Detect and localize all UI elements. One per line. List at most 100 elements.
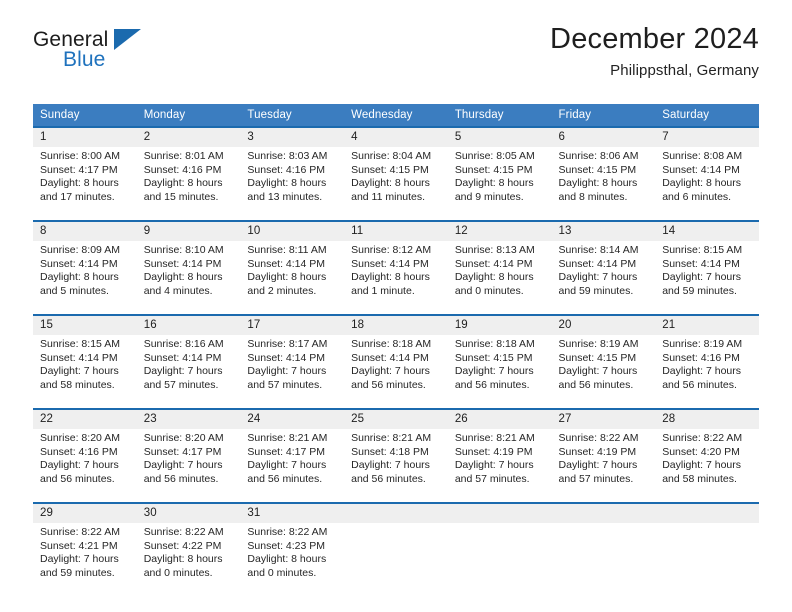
week-detail-row: Sunrise: 8:22 AM Sunset: 4:21 PM Daylight:… bbox=[33, 523, 759, 584]
daylight-text-line1: Daylight: 7 hours bbox=[558, 271, 638, 284]
day-cell[interactable]: Sunrise: 8:21 AM Sunset: 4:19 PM Daylight:… bbox=[447, 429, 552, 490]
daylight-text-line2: and 17 minutes. bbox=[40, 190, 115, 203]
day-number[interactable]: 31 bbox=[240, 504, 345, 523]
day-number[interactable]: 16 bbox=[136, 316, 241, 335]
day-cell[interactable]: Sunrise: 8:21 AM Sunset: 4:17 PM Daylight:… bbox=[240, 429, 345, 490]
week-daynumber-row: 8 9 10 11 12 13 14 bbox=[33, 222, 759, 241]
day-number[interactable]: 22 bbox=[33, 410, 137, 429]
day-number[interactable]: 18 bbox=[344, 316, 448, 335]
day-number[interactable]: 11 bbox=[344, 222, 448, 241]
day-number[interactable]: 9 bbox=[136, 222, 241, 241]
daylight-text-line2: and 59 minutes. bbox=[662, 284, 737, 297]
daylight-text-line1: Daylight: 8 hours bbox=[454, 177, 534, 190]
day-number[interactable]: 29 bbox=[33, 504, 137, 523]
daylight-text-line1: Daylight: 8 hours bbox=[247, 271, 327, 284]
day-cell[interactable]: Sunrise: 8:06 AM Sunset: 4:15 PM Daylight:… bbox=[551, 147, 656, 208]
day-number[interactable]: 26 bbox=[447, 410, 552, 429]
weekday-header-friday: Friday bbox=[551, 104, 656, 126]
day-number[interactable]: 19 bbox=[447, 316, 552, 335]
day-cell[interactable]: Sunrise: 8:22 AM Sunset: 4:21 PM Daylight:… bbox=[33, 523, 137, 584]
day-cell[interactable]: Sunrise: 8:18 AM Sunset: 4:14 PM Daylight:… bbox=[344, 335, 448, 396]
sunrise-text: Sunrise: 8:06 AM bbox=[558, 150, 639, 162]
general-blue-logo: General Blue bbox=[33, 28, 203, 78]
daylight-text-line2: and 56 minutes. bbox=[143, 472, 219, 485]
day-cell[interactable]: Sunrise: 8:15 AM Sunset: 4:14 PM Daylight:… bbox=[655, 241, 759, 302]
day-number[interactable]: 28 bbox=[655, 410, 759, 429]
day-cell[interactable]: Sunrise: 8:21 AM Sunset: 4:18 PM Daylight:… bbox=[344, 429, 448, 490]
daylight-text-line1: Daylight: 7 hours bbox=[558, 459, 638, 472]
day-number[interactable]: 15 bbox=[33, 316, 137, 335]
day-number[interactable]: 3 bbox=[240, 128, 345, 147]
day-cell[interactable]: Sunrise: 8:12 AM Sunset: 4:14 PM Daylight:… bbox=[344, 241, 448, 302]
day-cell[interactable]: Sunrise: 8:10 AM Sunset: 4:14 PM Daylight:… bbox=[136, 241, 241, 302]
day-cell[interactable]: Sunrise: 8:04 AM Sunset: 4:15 PM Daylight:… bbox=[344, 147, 448, 208]
day-cell[interactable]: Sunrise: 8:05 AM Sunset: 4:15 PM Daylight:… bbox=[447, 147, 552, 208]
sunset-text: Sunset: 4:15 PM bbox=[558, 163, 637, 176]
daylight-text-line1: Daylight: 7 hours bbox=[558, 365, 638, 378]
day-number[interactable]: 4 bbox=[344, 128, 448, 147]
daylight-text-line1: Daylight: 7 hours bbox=[143, 365, 223, 378]
day-number[interactable]: 8 bbox=[33, 222, 137, 241]
day-number[interactable]: 6 bbox=[551, 128, 656, 147]
day-number[interactable]: 24 bbox=[240, 410, 345, 429]
day-number[interactable]: 30 bbox=[136, 504, 241, 523]
day-cell[interactable]: Sunrise: 8:19 AM Sunset: 4:16 PM Daylight:… bbox=[655, 335, 759, 396]
sunrise-text: Sunrise: 8:19 AM bbox=[558, 338, 639, 350]
daylight-text-line2: and 58 minutes. bbox=[40, 378, 115, 391]
week-detail-row: Sunrise: 8:20 AM Sunset: 4:16 PM Daylight:… bbox=[33, 429, 759, 490]
day-cell[interactable]: Sunrise: 8:17 AM Sunset: 4:14 PM Daylight:… bbox=[240, 335, 345, 396]
day-cell[interactable]: Sunrise: 8:08 AM Sunset: 4:14 PM Daylight:… bbox=[655, 147, 759, 208]
day-number[interactable]: 17 bbox=[240, 316, 345, 335]
day-cell-empty bbox=[344, 523, 448, 584]
daylight-text-line2: and 1 minute. bbox=[351, 284, 415, 297]
day-cell[interactable]: Sunrise: 8:13 AM Sunset: 4:14 PM Daylight:… bbox=[447, 241, 552, 302]
sunrise-text: Sunrise: 8:04 AM bbox=[351, 150, 432, 162]
day-cell[interactable]: Sunrise: 8:22 AM Sunset: 4:20 PM Daylight:… bbox=[655, 429, 759, 490]
day-number[interactable]: 10 bbox=[240, 222, 345, 241]
sunset-text: Sunset: 4:15 PM bbox=[351, 163, 429, 176]
sunset-text: Sunset: 4:19 PM bbox=[558, 445, 637, 458]
day-cell[interactable]: Sunrise: 8:01 AM Sunset: 4:16 PM Daylight:… bbox=[136, 147, 241, 208]
day-number[interactable]: 14 bbox=[655, 222, 759, 241]
sunrise-text: Sunrise: 8:21 AM bbox=[247, 432, 328, 444]
day-number[interactable]: 23 bbox=[136, 410, 241, 429]
day-cell[interactable]: Sunrise: 8:20 AM Sunset: 4:16 PM Daylight:… bbox=[33, 429, 137, 490]
week-daynumber-row: 1234567 bbox=[33, 128, 759, 147]
sunset-text: Sunset: 4:16 PM bbox=[40, 445, 118, 458]
day-number[interactable]: 5 bbox=[447, 128, 552, 147]
day-number[interactable]: 21 bbox=[655, 316, 759, 335]
day-number[interactable]: 13 bbox=[551, 222, 656, 241]
day-number[interactable]: 12 bbox=[447, 222, 552, 241]
sunrise-text: Sunrise: 8:09 AM bbox=[40, 244, 120, 256]
sunrise-text: Sunrise: 8:10 AM bbox=[143, 244, 224, 256]
day-cell[interactable]: Sunrise: 8:15 AM Sunset: 4:14 PM Daylight:… bbox=[33, 335, 137, 396]
day-cell[interactable]: Sunrise: 8:00 AM Sunset: 4:17 PM Daylight:… bbox=[33, 147, 137, 208]
sunrise-text: Sunrise: 8:22 AM bbox=[662, 432, 743, 444]
day-number[interactable]: 7 bbox=[655, 128, 759, 147]
day-number[interactable]: 25 bbox=[344, 410, 448, 429]
day-cell[interactable]: Sunrise: 8:22 AM Sunset: 4:23 PM Daylight:… bbox=[240, 523, 345, 584]
day-cell[interactable]: Sunrise: 8:18 AM Sunset: 4:15 PM Daylight:… bbox=[447, 335, 552, 396]
weekday-header-tuesday: Tuesday bbox=[240, 104, 345, 126]
day-number[interactable]: 20 bbox=[551, 316, 656, 335]
sunrise-text: Sunrise: 8:05 AM bbox=[454, 150, 535, 162]
daylight-text-line2: and 2 minutes. bbox=[247, 284, 317, 297]
day-cell[interactable]: Sunrise: 8:22 AM Sunset: 4:19 PM Daylight:… bbox=[551, 429, 656, 490]
sunset-text: Sunset: 4:14 PM bbox=[143, 351, 222, 364]
daylight-text-line2: and 8 minutes. bbox=[558, 190, 628, 203]
day-cell[interactable]: Sunrise: 8:09 AM Sunset: 4:14 PM Daylight:… bbox=[33, 241, 137, 302]
day-cell[interactable]: Sunrise: 8:11 AM Sunset: 4:14 PM Daylight:… bbox=[240, 241, 345, 302]
day-cell[interactable]: Sunrise: 8:22 AM Sunset: 4:22 PM Daylight:… bbox=[136, 523, 241, 584]
day-cell[interactable]: Sunrise: 8:20 AM Sunset: 4:17 PM Daylight:… bbox=[136, 429, 241, 490]
sunrise-text: Sunrise: 8:08 AM bbox=[662, 150, 743, 162]
day-cell[interactable]: Sunrise: 8:14 AM Sunset: 4:14 PM Daylight:… bbox=[551, 241, 656, 302]
daylight-text-line2: and 0 minutes. bbox=[143, 566, 213, 579]
day-number[interactable]: 1 bbox=[33, 128, 137, 147]
day-number[interactable]: 27 bbox=[551, 410, 656, 429]
sunset-text: Sunset: 4:19 PM bbox=[454, 445, 533, 458]
day-number[interactable]: 2 bbox=[136, 128, 241, 147]
day-cell[interactable]: Sunrise: 8:03 AM Sunset: 4:16 PM Daylight:… bbox=[240, 147, 345, 208]
day-cell[interactable]: Sunrise: 8:19 AM Sunset: 4:15 PM Daylight:… bbox=[551, 335, 656, 396]
day-cell[interactable]: Sunrise: 8:16 AM Sunset: 4:14 PM Daylight:… bbox=[136, 335, 241, 396]
weekday-header-saturday: Saturday bbox=[655, 104, 759, 126]
